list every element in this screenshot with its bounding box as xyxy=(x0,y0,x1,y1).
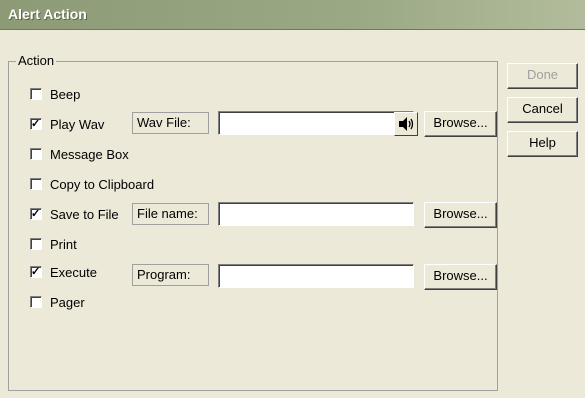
alert-action-window: Alert Action Action Beep Play Wav Wav Fi… xyxy=(0,0,585,398)
execute-checkbox[interactable] xyxy=(30,266,42,278)
pager-checkbox[interactable] xyxy=(30,296,42,308)
cancel-button[interactable]: Cancel xyxy=(507,97,578,123)
action-group-label: Action xyxy=(16,53,57,68)
play-wav-label: Play Wav xyxy=(50,116,105,132)
play-wav-checkbox[interactable] xyxy=(30,118,42,130)
beep-option[interactable]: Beep xyxy=(30,84,80,104)
message-box-checkbox[interactable] xyxy=(30,148,42,160)
play-wav-option[interactable]: Play Wav xyxy=(30,114,104,134)
save-to-file-checkbox[interactable] xyxy=(30,208,42,220)
title-bar[interactable]: Alert Action xyxy=(0,0,585,30)
wav-file-input[interactable] xyxy=(218,111,414,135)
save-to-file-label: Save to File xyxy=(50,206,119,222)
print-label: Print xyxy=(50,236,77,252)
file-name-label: File name: xyxy=(132,203,209,225)
program-label: Program: xyxy=(132,264,209,286)
execute-option[interactable]: Execute xyxy=(30,262,97,282)
play-sound-button[interactable] xyxy=(394,112,418,136)
copy-clipboard-label: Copy to Clipboard xyxy=(50,176,155,192)
copy-clipboard-checkbox[interactable] xyxy=(30,178,42,190)
speaker-icon xyxy=(399,117,414,131)
print-option[interactable]: Print xyxy=(30,234,77,254)
message-box-option[interactable]: Message Box xyxy=(30,144,129,164)
message-box-label: Message Box xyxy=(50,146,129,162)
file-name-input[interactable] xyxy=(218,202,414,226)
beep-label: Beep xyxy=(50,86,81,102)
done-button[interactable]: Done xyxy=(507,63,578,89)
program-browse-button[interactable]: Browse... xyxy=(424,264,497,290)
execute-label: Execute xyxy=(50,264,97,280)
pager-option[interactable]: Pager xyxy=(30,292,85,312)
wav-file-label: Wav File: xyxy=(132,112,209,134)
wav-browse-button[interactable]: Browse... xyxy=(424,111,497,137)
print-checkbox[interactable] xyxy=(30,238,42,250)
window-title: Alert Action xyxy=(8,6,87,22)
pager-label: Pager xyxy=(50,294,85,310)
file-browse-button[interactable]: Browse... xyxy=(424,202,497,228)
copy-clipboard-option[interactable]: Copy to Clipboard xyxy=(30,174,154,194)
help-button[interactable]: Help xyxy=(507,131,578,157)
program-input[interactable] xyxy=(218,264,414,288)
save-to-file-option[interactable]: Save to File xyxy=(30,204,119,224)
beep-checkbox[interactable] xyxy=(30,88,42,100)
